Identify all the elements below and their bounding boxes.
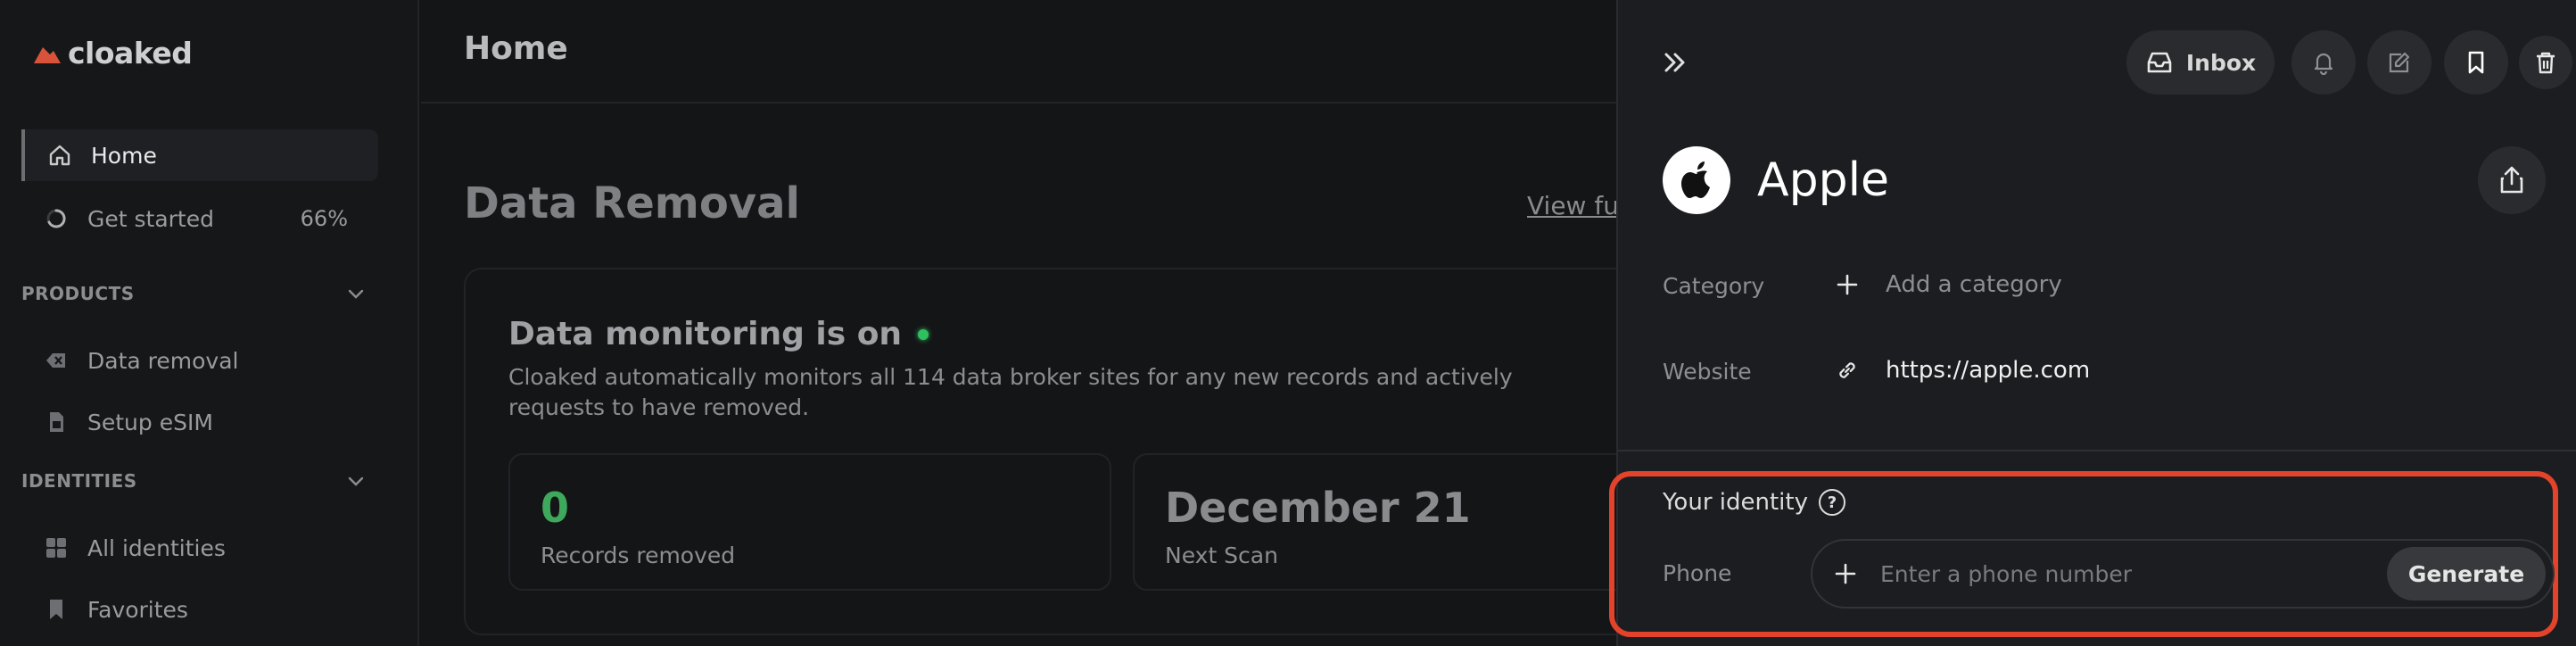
stat-value: 0 [541, 484, 570, 532]
sidebar: cloaked Home Get started 66% PRODUCTS Da… [0, 0, 419, 646]
products-section-header[interactable]: PRODUCTS [21, 282, 378, 305]
phone-label: Phone [1663, 560, 1732, 586]
sidebar-item-get-started[interactable]: Get started 66% [21, 193, 378, 244]
website-url: https://apple.com [1886, 357, 2091, 384]
help-icon[interactable]: ? [1818, 489, 1845, 516]
edit-icon [2387, 50, 2412, 75]
sidebar-item-label: All identities [87, 534, 226, 561]
category-label: Category [1663, 273, 1765, 299]
edit-button[interactable] [2367, 30, 2432, 95]
home-icon [48, 144, 71, 167]
sidebar-item-label: Favorites [87, 596, 188, 623]
identities-section-header[interactable]: IDENTITIES [21, 469, 378, 493]
next-scan-card: December 21 Next Scan [1133, 453, 1632, 591]
stat-label: Next Scan [1165, 542, 1278, 568]
monitoring-title: Data monitoring is on [508, 316, 929, 352]
collapse-panel-button[interactable] [1659, 46, 1691, 82]
page-title: Home [464, 30, 568, 67]
grid-icon [45, 536, 68, 559]
add-category-text: Add a category [1886, 271, 2062, 298]
trash-icon [2533, 50, 2558, 75]
double-chevron-right-icon [1659, 46, 1691, 79]
apple-icon [1681, 162, 1710, 198]
panel-divider [1618, 450, 2576, 451]
progress-percentage: 66% [300, 206, 348, 231]
identity-name: Apple [1757, 153, 1890, 207]
your-identity-header: Your identity ? [1663, 489, 1845, 516]
logo-text: cloaked [68, 36, 193, 70]
inbox-button[interactable]: Inbox [2126, 30, 2275, 95]
sidebar-item-label: Get started [87, 205, 214, 232]
monitoring-description: Cloaked automatically monitors all 114 d… [508, 364, 1513, 420]
sim-card-icon [45, 410, 68, 434]
sidebar-item-label: Data removal [87, 347, 239, 374]
inbox-icon [2145, 48, 2174, 77]
chevron-down-icon [344, 282, 367, 305]
records-removed-card: 0 Records removed [508, 453, 1111, 591]
share-icon [2497, 165, 2527, 195]
generate-button[interactable]: Generate [2387, 547, 2546, 600]
website-link[interactable]: https://apple.com [1836, 357, 2090, 384]
share-button[interactable] [2478, 146, 2546, 214]
stat-value: December 21 [1165, 484, 1471, 532]
bell-icon [2311, 50, 2336, 75]
bookmark-icon [2464, 50, 2489, 75]
delete-button[interactable] [2519, 36, 2572, 89]
website-label: Website [1663, 359, 1752, 385]
section-label: PRODUCTS [21, 283, 135, 304]
sidebar-item-setup-esim[interactable]: Setup eSIM [21, 396, 378, 448]
link-icon [1836, 359, 1859, 382]
phone-field: Generate [1811, 539, 2555, 609]
add-category-button[interactable]: Add a category [1836, 271, 2062, 298]
sidebar-item-all-identities[interactable]: All identities [21, 522, 378, 574]
your-identity-title: Your identity [1663, 489, 1808, 516]
sidebar-item-label: Home [91, 142, 157, 169]
sidebar-item-label: Setup eSIM [87, 409, 213, 435]
bookmark-icon [45, 598, 68, 621]
monitoring-title-text: Data monitoring is on [508, 316, 903, 352]
status-indicator [918, 328, 929, 340]
notifications-button[interactable] [2291, 30, 2356, 95]
cloaked-logo[interactable]: cloaked [30, 36, 193, 70]
identity-detail-panel: Inbox Apple Category Add a category Webs… [1609, 0, 2576, 646]
chevron-down-icon [344, 469, 367, 493]
phone-number-input[interactable] [1880, 560, 2380, 587]
cloaked-logo-icon [30, 42, 62, 65]
view-full-link[interactable]: View ful [1527, 191, 1626, 220]
section-label: IDENTITIES [21, 470, 137, 492]
stat-label: Records removed [541, 542, 736, 568]
progress-spinner-icon [45, 207, 68, 230]
plus-icon [1836, 273, 1859, 296]
sidebar-item-favorites[interactable]: Favorites [21, 584, 378, 635]
favorite-button[interactable] [2444, 30, 2508, 95]
eraser-icon [45, 349, 68, 372]
apple-logo [1663, 146, 1730, 214]
sidebar-item-home[interactable]: Home [21, 129, 378, 181]
inbox-label: Inbox [2185, 49, 2257, 76]
plus-icon[interactable] [1834, 562, 1857, 585]
data-removal-title: Data Removal [464, 178, 800, 228]
sidebar-item-data-removal[interactable]: Data removal [21, 335, 378, 386]
main-header: Home [421, 0, 1616, 104]
